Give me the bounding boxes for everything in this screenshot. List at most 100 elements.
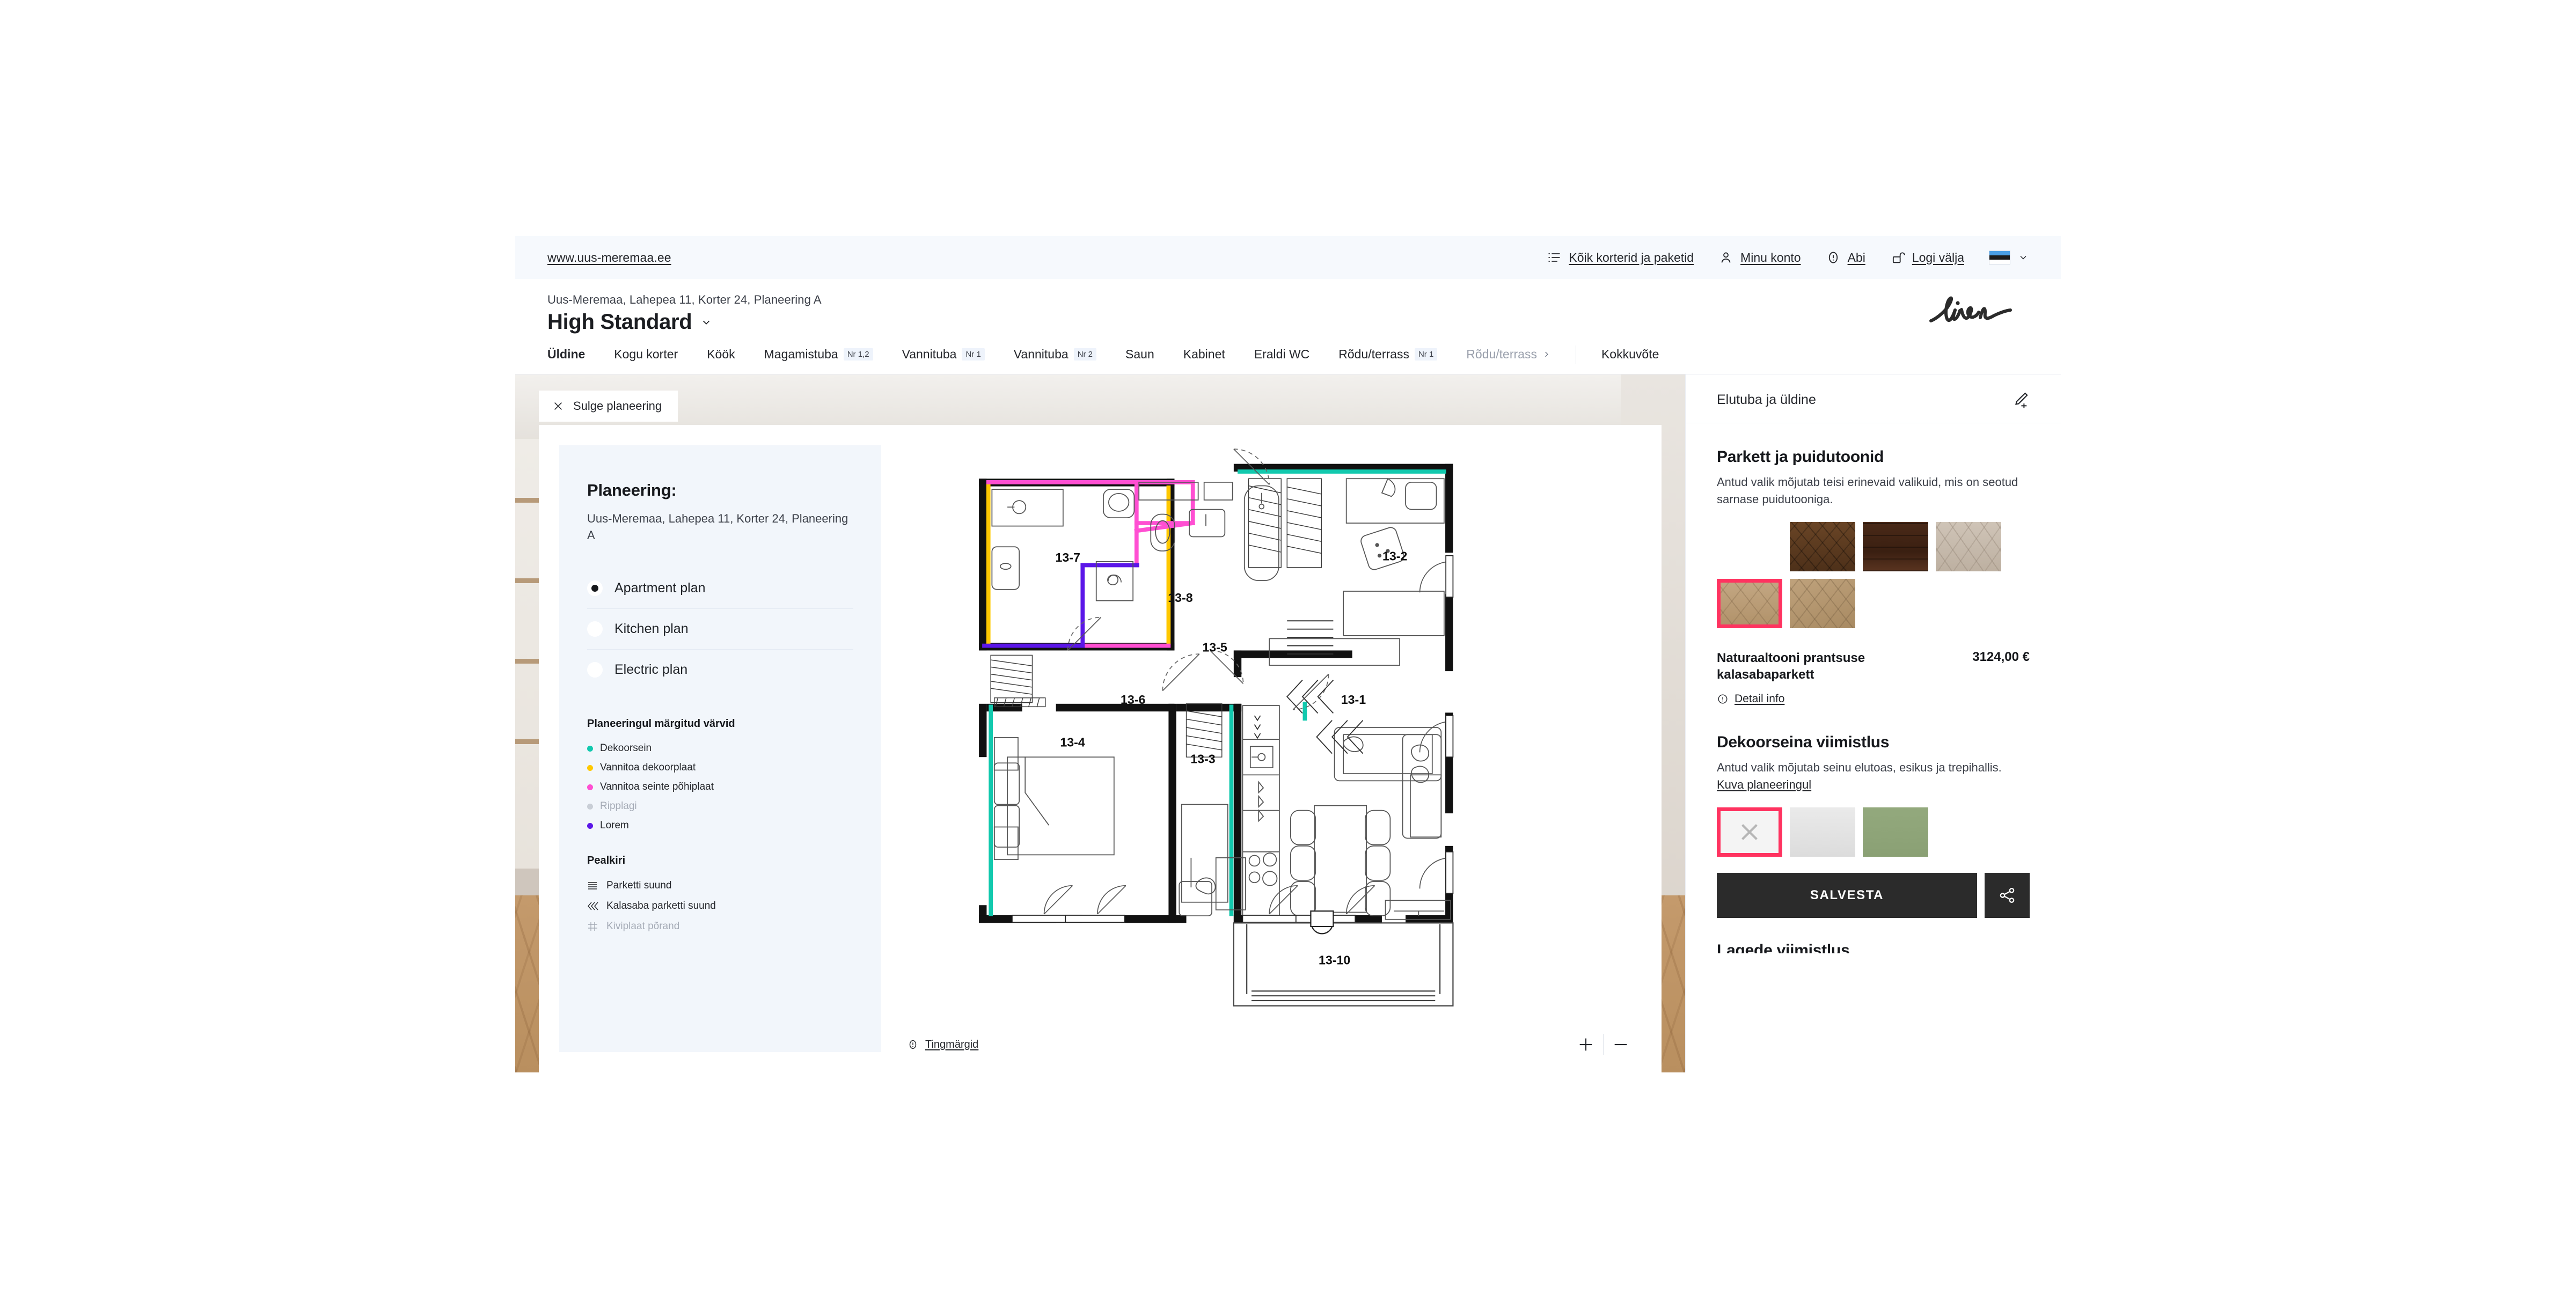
top-utility-bar: www.uus-meremaa.ee Kõik korterid ja pake… xyxy=(515,236,2061,279)
room-label: 13-3 xyxy=(1190,752,1215,766)
parquet-swatch-natural-oak-chevron-2[interactable] xyxy=(1790,578,1855,628)
symbol-legend-heading: Pealkiri xyxy=(587,855,626,867)
legend-label: Parketti suund xyxy=(606,880,672,892)
planner-panel-title: Planeering: xyxy=(587,481,677,499)
legend-item-ripplagi: Ripplagi xyxy=(587,797,853,816)
nav-all-apartments-label: Kõik korterid ja paketid xyxy=(1569,250,1694,264)
tab-label: Kokkuvõte xyxy=(1601,347,1659,361)
tab-saun[interactable]: Saun xyxy=(1111,335,1169,374)
nav-all-apartments[interactable]: Kõik korterid ja paketid xyxy=(1547,250,1694,265)
tab-magamistuba[interactable]: Magamistuba Nr 1,2 xyxy=(750,335,888,374)
nav-my-account[interactable]: Minu konto xyxy=(1718,250,1801,265)
page-title-row[interactable]: High Standard xyxy=(547,310,2029,334)
radio-icon xyxy=(587,662,603,678)
parquet-detail-info-link[interactable]: Detail info xyxy=(1717,693,2030,705)
closet-hatching xyxy=(990,478,1322,758)
entry-door xyxy=(1310,910,1334,935)
info-icon xyxy=(1718,694,1728,704)
tab-vannituba-2[interactable]: Vannituba Nr 2 xyxy=(999,335,1111,374)
room-label: 13-7 xyxy=(1056,550,1080,564)
share-button[interactable] xyxy=(1985,872,2030,918)
pencil-edit-icon[interactable] xyxy=(2011,391,2030,409)
tab-badge: Nr 1 xyxy=(962,348,985,361)
nav-my-account-label: Minu konto xyxy=(1740,250,1801,264)
plan-option-label: Electric plan xyxy=(614,662,688,678)
plan-option-electric[interactable]: Electric plan xyxy=(587,650,853,690)
site-url-link[interactable]: www.uus-meremaa.ee xyxy=(547,251,671,265)
tab-vannituba-1[interactable]: Vannituba Nr 1 xyxy=(888,335,999,374)
legend-label: Lorem xyxy=(600,820,629,832)
estonia-flag-icon xyxy=(1989,251,2010,264)
room-label: 13-5 xyxy=(1202,641,1227,654)
legend-item-kiviplaat-porand: Kiviplaat põrand xyxy=(587,916,853,937)
color-legend-heading: Planeeringul märgitud värvid xyxy=(587,718,735,730)
floor-direction-symbols xyxy=(1286,620,1364,754)
sidebar-header: Elutuba ja üldine xyxy=(1686,374,2061,423)
parquet-swatch-dark-mixed-plank[interactable] xyxy=(1717,522,1782,571)
decorwall-show-on-plan-link[interactable]: Kuva planeeringul xyxy=(1717,778,1811,791)
zoom-out-button[interactable] xyxy=(1604,1031,1638,1058)
plan-option-kitchen[interactable]: Kitchen plan xyxy=(587,609,853,650)
parquet-swatches xyxy=(1717,521,2028,628)
nav-logout-label: Logi välja xyxy=(1912,250,1964,264)
tab-kook[interactable]: Köök xyxy=(692,335,749,374)
legend-label: Dekoorsein xyxy=(600,742,652,754)
planner-side-panel: Planeering: Uus-Meremaa, Lahepea 11, Kor… xyxy=(559,445,881,1052)
parquet-swatch-brown-herringbone[interactable] xyxy=(1790,521,1855,571)
color-overlays xyxy=(982,469,1446,916)
planner-sheet: Planeering: Uus-Meremaa, Lahepea 11, Kor… xyxy=(539,425,1662,1072)
next-section-heading: Lagede viimistlus xyxy=(1717,941,1850,953)
section-parquet: Parkett ja puidutoonid Antud valik mõjut… xyxy=(1717,448,2030,705)
save-button[interactable]: SALVESTA xyxy=(1717,872,1977,918)
decorwall-option-none[interactable] xyxy=(1717,807,1782,857)
decorwall-option-sage-green[interactable] xyxy=(1863,807,1928,857)
room-label: 13-2 xyxy=(1382,549,1407,563)
nav-logout[interactable]: Logi välja xyxy=(1890,250,1964,265)
fixtures xyxy=(991,477,1451,920)
legend-item-parketti-suund: Parketti suund xyxy=(587,876,853,896)
chevron-down-icon[interactable] xyxy=(700,317,712,328)
zoom-in-button[interactable] xyxy=(1569,1031,1603,1058)
room-label: 13-1 xyxy=(1341,693,1366,707)
minus-icon xyxy=(1614,1043,1627,1046)
plan-option-apartment[interactable]: Apartment plan xyxy=(587,568,853,609)
tab-eraldi-wc[interactable]: Eraldi WC xyxy=(1240,335,1324,374)
tab-label: Rõdu/terrass xyxy=(1338,347,1409,361)
tab-label: Vannituba xyxy=(902,347,957,361)
parquet-swatch-dark-walnut-plank[interactable] xyxy=(1863,521,1928,571)
legend-label: Kiviplaat põrand xyxy=(606,921,680,932)
tab-kogu-korter[interactable]: Kogu korter xyxy=(599,335,692,374)
tab-label: Eraldi WC xyxy=(1254,347,1310,361)
decorwall-option-light-grey[interactable] xyxy=(1790,807,1855,857)
tab-kokkuvote[interactable]: Kokkuvõte xyxy=(1587,335,1673,374)
tab-rodu-terrass-next[interactable]: Rõdu/terrass xyxy=(1452,335,1565,374)
room-label: 13-6 xyxy=(1121,693,1145,707)
legend-label: Kalasaba parketti suund xyxy=(606,900,716,912)
page-title: High Standard xyxy=(547,310,692,334)
legend-item-kalasaba-suund: Kalasaba parketti suund xyxy=(587,896,853,916)
language-selector[interactable] xyxy=(1989,251,2029,264)
parquet-swatch-natural-oak-chevron[interactable] xyxy=(1717,578,1782,628)
color-dot-icon xyxy=(587,803,593,810)
sidebar-actions: SALVESTA xyxy=(1717,872,2030,918)
tab-uldine[interactable]: Üldine xyxy=(547,335,599,374)
options-sidebar: Elutuba ja üldine Parkett ja puidutoonid… xyxy=(1685,374,2061,1072)
tab-badge: Nr 1 xyxy=(1414,348,1438,361)
tab-kabinet[interactable]: Kabinet xyxy=(1169,335,1240,374)
plan-option-label: Kitchen plan xyxy=(614,621,689,637)
nav-help[interactable]: Abi xyxy=(1826,250,1865,265)
section-decor-wall: Dekoorseina viimistlus Antud valik mõjut… xyxy=(1717,733,2030,918)
tab-label: Magamistuba xyxy=(764,347,838,361)
floorplan-canvas[interactable]: 13-7 13-8 13-5 13-2 13-6 13-1 13-4 13-3 … xyxy=(881,425,1662,1072)
help-icon xyxy=(1828,252,1838,263)
close-planner-button[interactable]: Sulge planeering xyxy=(539,391,678,422)
close-icon xyxy=(554,402,562,410)
tab-rodu-terrass-1[interactable]: Rõdu/terrass Nr 1 xyxy=(1324,335,1452,374)
parquet-swatch-light-grey-chevron[interactable] xyxy=(1936,521,2001,571)
legend-toggle-button[interactable]: Tingmärgid xyxy=(907,1039,978,1051)
no-selection-icon xyxy=(1741,824,1758,840)
plus-icon xyxy=(1579,1038,1592,1051)
symbol-legend: Pealkiri Parketti suund Kalasaba parkett… xyxy=(587,855,853,937)
decorwall-description: Antud valik mõjutab seinu elutoas, esiku… xyxy=(1717,759,2030,793)
parquet-direction-icon xyxy=(588,882,597,890)
